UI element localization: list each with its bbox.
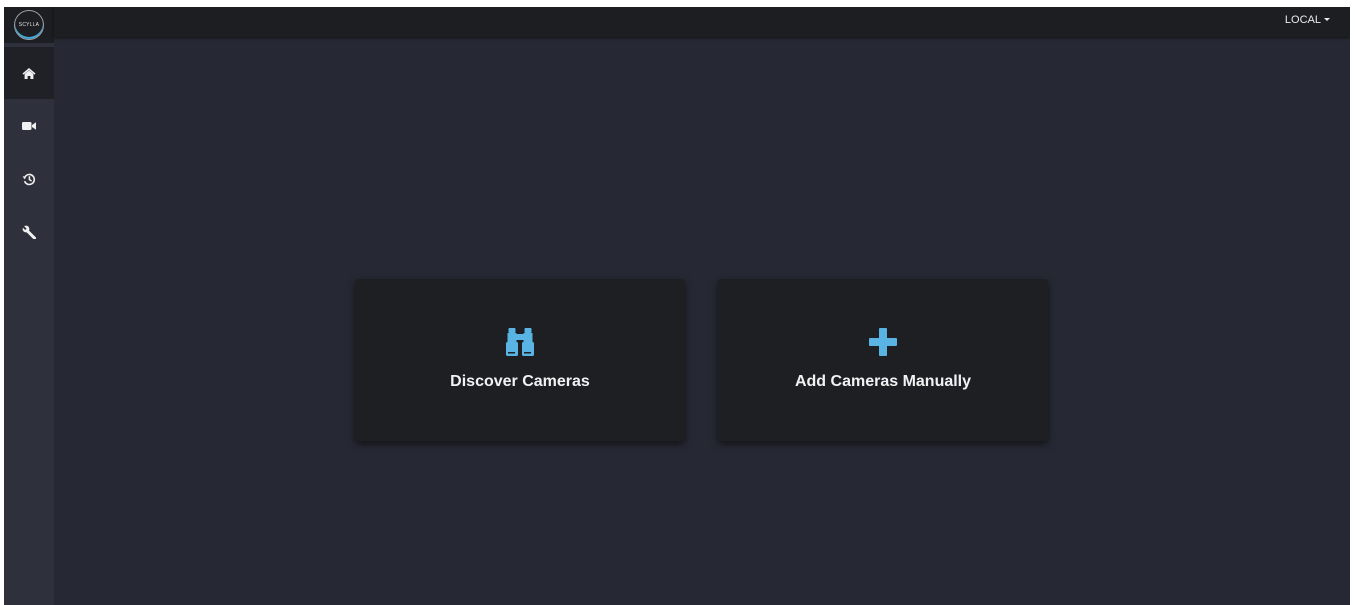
logo-emblem: SCYLLA — [14, 10, 44, 40]
sidebar-item-settings[interactable] — [4, 206, 54, 258]
wrench-icon — [22, 225, 36, 239]
add-cameras-manually-card[interactable]: Add Cameras Manually — [718, 279, 1048, 441]
add-cameras-manually-label: Add Cameras Manually — [794, 373, 972, 390]
caret-down-icon — [1324, 17, 1330, 21]
sidebar-item-home[interactable] — [4, 47, 54, 99]
discover-cameras-label: Discover Cameras — [450, 373, 590, 390]
video-camera-icon — [22, 122, 36, 130]
plus-icon — [869, 328, 897, 356]
sidebar-item-cameras[interactable] — [4, 100, 54, 152]
discover-cameras-card[interactable]: Discover Cameras — [355, 279, 685, 441]
environment-dropdown[interactable]: LOCAL — [1285, 14, 1330, 26]
sidebar-item-history[interactable] — [4, 153, 54, 205]
sidebar: SCYLLA — [4, 7, 54, 605]
history-icon — [22, 173, 36, 186]
home-icon — [22, 67, 36, 79]
environment-label: LOCAL — [1284, 14, 1321, 26]
card-icon-wrap — [718, 328, 1048, 356]
brand-logo[interactable]: SCYLLA — [4, 7, 54, 43]
logo-text: SCYLLA — [18, 22, 40, 28]
binoculars-icon — [506, 328, 534, 356]
top-bar: LOCAL — [54, 7, 1350, 37]
app-window: SCYLLA LOCAL Discover Cameras Add Camera… — [4, 7, 1350, 605]
card-icon-wrap — [355, 328, 685, 356]
